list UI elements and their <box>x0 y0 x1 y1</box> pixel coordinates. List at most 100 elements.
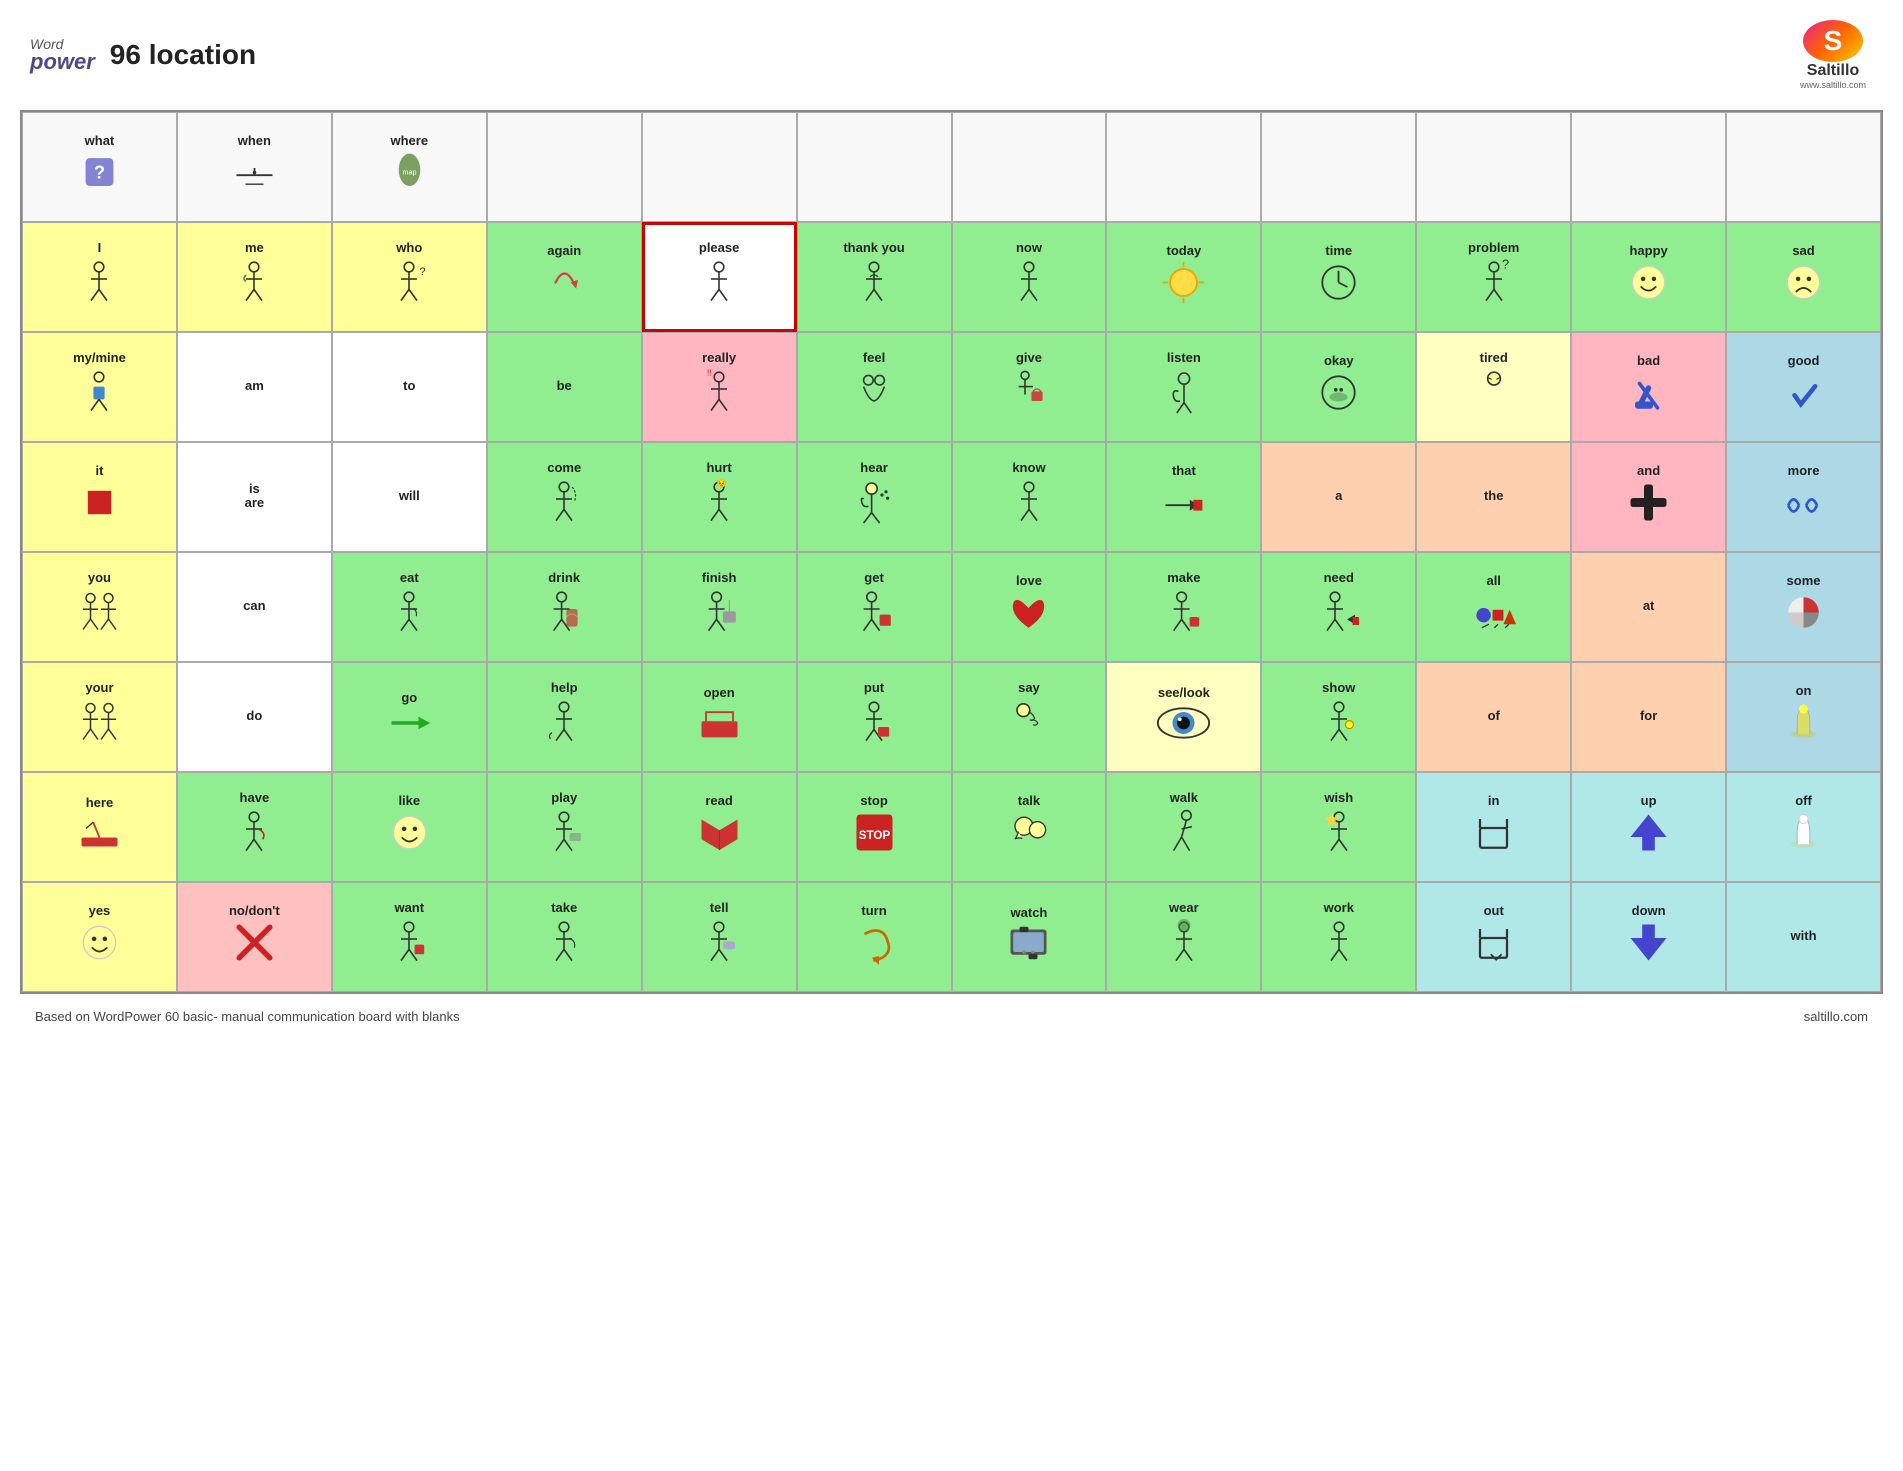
cell-really[interactable]: really!! <box>642 332 797 442</box>
cell-out[interactable]: out <box>1416 882 1571 992</box>
cell-tell[interactable]: tell <box>642 882 797 992</box>
cell-put[interactable]: put <box>797 662 952 772</box>
cell-e8[interactable] <box>1571 112 1726 222</box>
cell-eat[interactable]: eat <box>332 552 487 662</box>
cell-make[interactable]: make <box>1106 552 1261 662</box>
cell-say[interactable]: say <box>952 662 1107 772</box>
cell-with[interactable]: with <box>1726 882 1881 992</box>
cell-help[interactable]: help <box>487 662 642 772</box>
cell-read[interactable]: read <box>642 772 797 882</box>
cell-go[interactable]: go <box>332 662 487 772</box>
cell-here[interactable]: here <box>22 772 177 882</box>
cell-hurt[interactable]: hurt😣 <box>642 442 797 552</box>
cell-label-bad: bad <box>1637 354 1660 368</box>
cell-good[interactable]: good <box>1726 332 1881 442</box>
cell-yes[interactable]: yes <box>22 882 177 992</box>
cell-e1[interactable] <box>487 112 642 222</box>
cell-all[interactable]: all <box>1416 552 1571 662</box>
cell-a[interactable]: a <box>1261 442 1416 552</box>
cell-bad[interactable]: bad <box>1571 332 1726 442</box>
cell-please[interactable]: please <box>642 222 797 332</box>
cell-more[interactable]: more <box>1726 442 1881 552</box>
cell-get[interactable]: get <box>797 552 952 662</box>
cell-icon-some <box>1781 590 1826 640</box>
cell-e2[interactable] <box>642 112 797 222</box>
cell-to[interactable]: to <box>332 332 487 442</box>
cell-mymine[interactable]: my/mine <box>22 332 177 442</box>
cell-who[interactable]: who? <box>332 222 487 332</box>
cell-come[interactable]: come <box>487 442 642 552</box>
cell-down[interactable]: down <box>1571 882 1726 992</box>
cell-that[interactable]: that <box>1106 442 1261 552</box>
cell-e6[interactable] <box>1261 112 1416 222</box>
cell-e3[interactable] <box>797 112 952 222</box>
cell-off[interactable]: off <box>1726 772 1881 882</box>
cell-feel[interactable]: feel <box>797 332 952 442</box>
cell-turn[interactable]: turn <box>797 882 952 992</box>
cell-where[interactable]: wheremap <box>332 112 487 222</box>
cell-label-work: work <box>1324 901 1354 915</box>
cell-of[interactable]: of <box>1416 662 1571 772</box>
cell-e7[interactable] <box>1416 112 1571 222</box>
cell-know[interactable]: know <box>952 442 1107 552</box>
cell-tired[interactable]: tired <box>1416 332 1571 442</box>
cell-problem[interactable]: problem? <box>1416 222 1571 332</box>
cell-me[interactable]: me <box>177 222 332 332</box>
cell-time[interactable]: time <box>1261 222 1416 332</box>
cell-give[interactable]: give <box>952 332 1107 442</box>
cell-like[interactable]: like <box>332 772 487 882</box>
cell-e4[interactable] <box>952 112 1107 222</box>
cell-open[interactable]: open <box>642 662 797 772</box>
cell-hear[interactable]: hear <box>797 442 952 552</box>
cell-isare[interactable]: isare <box>177 442 332 552</box>
cell-play[interactable]: play <box>487 772 642 882</box>
cell-now[interactable]: now <box>952 222 1107 332</box>
cell-some[interactable]: some <box>1726 552 1881 662</box>
cell-be[interactable]: be <box>487 332 642 442</box>
cell-when[interactable]: when <box>177 112 332 222</box>
cell-in[interactable]: in <box>1416 772 1571 882</box>
cell-at[interactable]: at <box>1571 552 1726 662</box>
cell-wish[interactable]: wish⭐ <box>1261 772 1416 882</box>
cell-will[interactable]: will <box>332 442 487 552</box>
cell-you[interactable]: you <box>22 552 177 662</box>
cell-okay[interactable]: okay <box>1261 332 1416 442</box>
cell-talk[interactable]: talk <box>952 772 1107 882</box>
cell-icon-out <box>1471 920 1516 970</box>
cell-walk[interactable]: walk <box>1106 772 1261 882</box>
cell-happy[interactable]: happy <box>1571 222 1726 332</box>
cell-what[interactable]: what? <box>22 112 177 222</box>
cell-watch[interactable]: watch <box>952 882 1107 992</box>
cell-listen[interactable]: listen <box>1106 332 1261 442</box>
cell-wear[interactable]: wear <box>1106 882 1261 992</box>
cell-finish[interactable]: finish <box>642 552 797 662</box>
cell-your[interactable]: your <box>22 662 177 772</box>
cell-need[interactable]: need <box>1261 552 1416 662</box>
cell-sad[interactable]: sad <box>1726 222 1881 332</box>
cell-up[interactable]: up <box>1571 772 1726 882</box>
cell-on[interactable]: on <box>1726 662 1881 772</box>
cell-can[interactable]: can <box>177 552 332 662</box>
cell-nodont[interactable]: no/don't <box>177 882 332 992</box>
cell-show[interactable]: show <box>1261 662 1416 772</box>
cell-again[interactable]: again <box>487 222 642 332</box>
cell-I[interactable]: I <box>22 222 177 332</box>
cell-the[interactable]: the <box>1416 442 1571 552</box>
cell-today[interactable]: today <box>1106 222 1261 332</box>
cell-and[interactable]: and <box>1571 442 1726 552</box>
cell-take[interactable]: take <box>487 882 642 992</box>
cell-thankyou[interactable]: thank you <box>797 222 952 332</box>
cell-stop[interactable]: stopSTOP <box>797 772 952 882</box>
cell-want[interactable]: want <box>332 882 487 992</box>
cell-have[interactable]: have <box>177 772 332 882</box>
cell-work[interactable]: work <box>1261 882 1416 992</box>
cell-love[interactable]: love <box>952 552 1107 662</box>
cell-drink[interactable]: drink <box>487 552 642 662</box>
cell-do[interactable]: do <box>177 662 332 772</box>
cell-it[interactable]: it <box>22 442 177 552</box>
cell-seelook[interactable]: see/look <box>1106 662 1261 772</box>
cell-e5[interactable] <box>1106 112 1261 222</box>
cell-for[interactable]: for <box>1571 662 1726 772</box>
cell-am[interactable]: am <box>177 332 332 442</box>
cell-e9[interactable] <box>1726 112 1881 222</box>
